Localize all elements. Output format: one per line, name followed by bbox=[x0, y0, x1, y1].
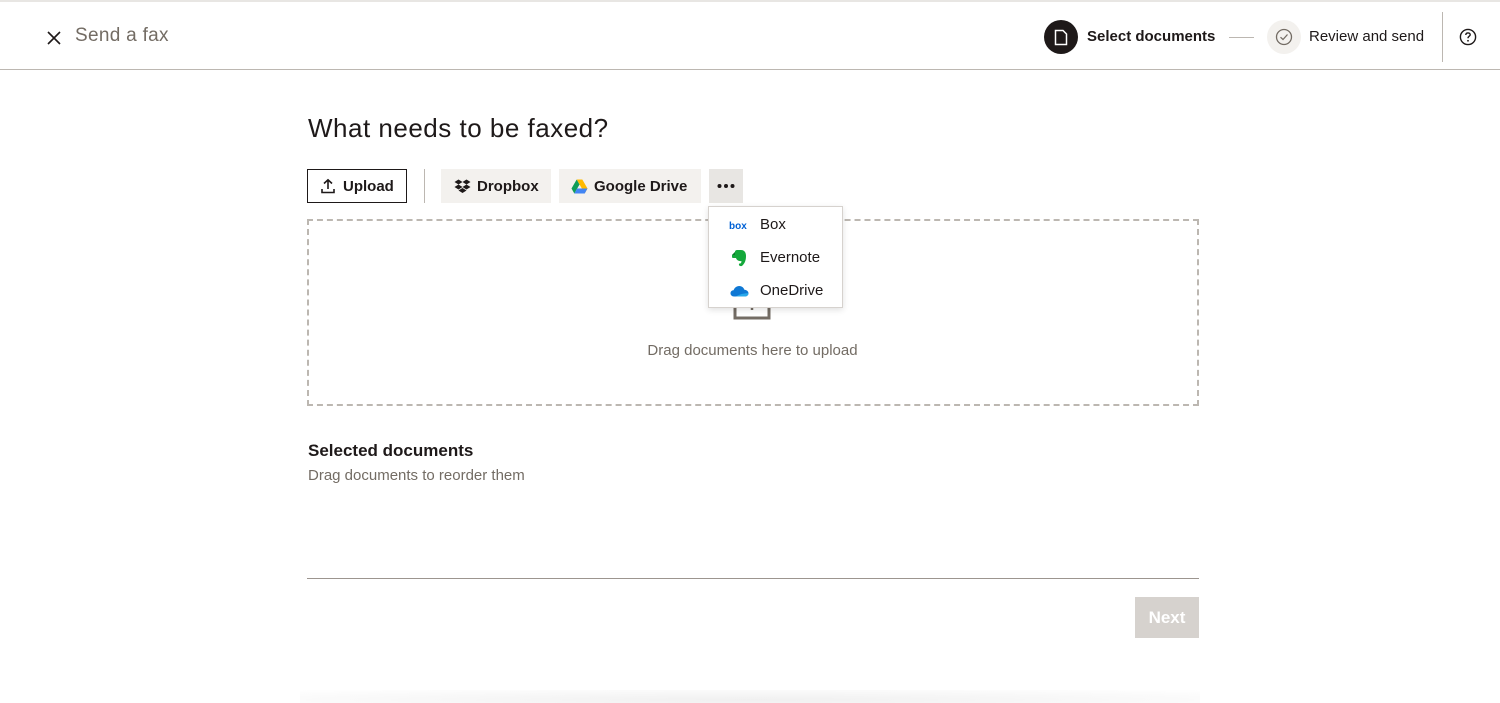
step-review-and-send-label: Review and send bbox=[1309, 28, 1425, 45]
close-icon[interactable] bbox=[46, 30, 62, 46]
upload-icon bbox=[321, 178, 335, 194]
upload-button[interactable]: Upload bbox=[307, 169, 407, 203]
menu-item-box[interactable]: box Box bbox=[709, 208, 842, 241]
toolbar-divider bbox=[424, 169, 425, 203]
selected-documents-subtitle: Drag documents to reorder them bbox=[308, 467, 525, 484]
google-drive-button-label: Google Drive bbox=[594, 177, 688, 195]
document-icon bbox=[1054, 29, 1068, 45]
top-bar: Send a fax Select documents Review and s… bbox=[0, 0, 1500, 70]
help-button[interactable] bbox=[1455, 24, 1481, 50]
dropbox-logo-icon bbox=[454, 179, 471, 193]
app-title: Send a fax bbox=[75, 25, 169, 46]
evernote-logo-icon bbox=[729, 248, 749, 268]
selected-documents-title: Selected documents bbox=[308, 441, 474, 460]
box-logo-text: box bbox=[729, 221, 747, 230]
footer-shadow bbox=[300, 690, 1200, 703]
step-review-and-send-indicator bbox=[1267, 20, 1301, 54]
check-circle-icon bbox=[1275, 28, 1293, 46]
more-sources-button[interactable] bbox=[709, 169, 743, 203]
box-logo-icon: box bbox=[729, 215, 749, 235]
menu-item-evernote[interactable]: Evernote bbox=[709, 241, 842, 274]
menu-item-evernote-label: Evernote bbox=[760, 249, 821, 266]
help-circle-icon[interactable] bbox=[1459, 28, 1477, 46]
dropbox-button-label: Dropbox bbox=[477, 177, 539, 195]
next-button[interactable]: Next bbox=[1135, 597, 1199, 638]
dropzone-instructions: Drag documents here to upload bbox=[647, 342, 858, 359]
menu-item-onedrive-label: OneDrive bbox=[760, 282, 824, 299]
dropbox-button[interactable]: Dropbox bbox=[441, 169, 551, 203]
google-drive-logo-icon bbox=[571, 179, 588, 193]
more-sources-menu: box Box Evernote OneDrive bbox=[708, 206, 843, 308]
header-divider bbox=[1442, 12, 1443, 62]
google-drive-button[interactable]: Google Drive bbox=[559, 169, 701, 203]
page-heading: What needs to be faxed? bbox=[308, 113, 609, 143]
onedrive-logo-icon bbox=[729, 281, 749, 301]
upload-button-label: Upload bbox=[343, 177, 394, 195]
footer-divider bbox=[307, 578, 1199, 579]
step-select-documents-label: Select documents bbox=[1087, 28, 1216, 45]
menu-item-onedrive[interactable]: OneDrive bbox=[709, 274, 842, 307]
step-select-documents-indicator bbox=[1044, 20, 1078, 54]
menu-item-box-label: Box bbox=[760, 216, 786, 233]
step-connector bbox=[1229, 37, 1254, 38]
more-horizontal-icon bbox=[717, 184, 735, 188]
close-button[interactable] bbox=[40, 24, 68, 52]
